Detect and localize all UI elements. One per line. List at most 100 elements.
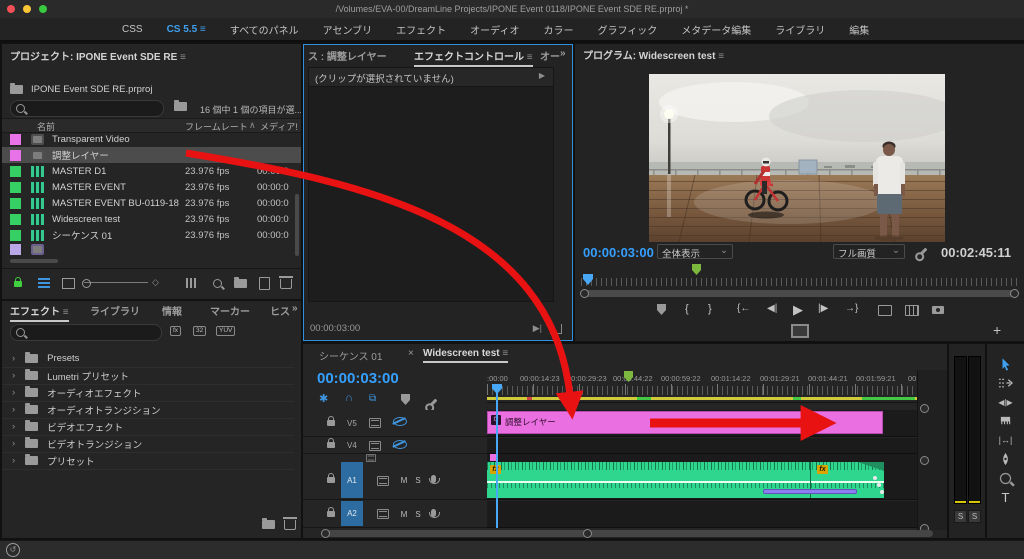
timeline-hscrollbar[interactable] (321, 529, 933, 538)
export-icon[interactable] (550, 324, 562, 334)
effects-folder-row[interactable]: › Presets (2, 350, 294, 368)
expand-chevron-icon[interactable]: › (12, 421, 15, 432)
vscroll-knob[interactable] (920, 456, 929, 465)
tab-history[interactable]: ヒス (270, 303, 290, 318)
track-target-a2[interactable]: A2 (341, 501, 363, 526)
ripple-edit-tool[interactable]: ◀|▶ (993, 393, 1019, 411)
expand-chevron-icon[interactable]: › (12, 370, 15, 381)
table-row[interactable]: MASTER EVENT BU-0119-18 23.976 fps 00:00… (2, 195, 301, 211)
hscroll-mid-knob[interactable] (583, 529, 592, 538)
tab-source-clip[interactable]: ス : 調整レイヤー (308, 48, 387, 63)
nest-indicator-icon[interactable]: ✱ (319, 392, 328, 405)
scrollbar-right-knob[interactable] (1010, 289, 1019, 298)
project-hscrollbar[interactable] (10, 259, 58, 263)
trash-icon[interactable] (279, 276, 293, 292)
workspace-tab-metadata[interactable]: メタデータ編集 (681, 22, 751, 37)
meter-solo-right-button[interactable]: S (968, 510, 981, 523)
track-header-v5[interactable]: V5 (303, 410, 487, 437)
quality-select[interactable]: フル画質 ⌄ (833, 244, 905, 260)
automate-to-sequence-icon[interactable] (186, 278, 198, 288)
goto-out-icon[interactable]: →} (845, 303, 858, 314)
meter-solo-left-button[interactable]: S (954, 510, 967, 523)
adjustment-layer-clip[interactable]: fx 調整レイヤー (487, 411, 883, 434)
table-row[interactable]: MASTER D1 23.976 fps 00:00:0 (2, 163, 301, 179)
track-lock-icon[interactable] (327, 473, 335, 486)
selection-tool[interactable] (993, 355, 1019, 373)
project-panel-tab[interactable]: プロジェクト: IPONE Event SDE RE ≡ (10, 48, 186, 63)
mute-button[interactable]: M (397, 476, 411, 485)
tab-audio-clip[interactable]: オー (540, 48, 560, 63)
workspace-tab-all-panels[interactable]: すべてのパネル (230, 22, 299, 37)
expand-chevron-icon[interactable]: › (12, 438, 15, 449)
lift-icon[interactable] (878, 305, 892, 316)
effects-folder-row[interactable]: › オーディオエフェクト (2, 384, 294, 402)
label-color-chip[interactable] (10, 229, 21, 241)
add-marker-icon[interactable] (657, 304, 666, 315)
extract-icon[interactable] (905, 305, 919, 316)
export-frame-icon[interactable] (932, 305, 944, 317)
sort-asc-icon[interactable]: ∧ (249, 120, 256, 131)
add-marker-icon[interactable] (401, 394, 410, 405)
source-patch-icon[interactable] (377, 475, 389, 486)
project-search-input[interactable] (10, 100, 164, 117)
timeline-ruler[interactable]: :00:00 00:00:14:23 00:00:29:23 00:00:44:… (487, 370, 923, 403)
tab-libraries[interactable]: ライブラリ (90, 303, 140, 318)
icon-view-icon[interactable] (62, 278, 75, 289)
volume-keyframe-dot[interactable] (877, 483, 881, 487)
step-forward-icon[interactable]: |▶ (818, 303, 828, 314)
workspace-tab-assembly[interactable]: アセンブリ (323, 22, 373, 37)
tab-markers[interactable]: マーカー (210, 303, 250, 318)
new-custom-bin-icon[interactable] (262, 518, 275, 532)
label-color-chip[interactable] (10, 181, 21, 193)
voiceover-mic-icon[interactable] (428, 475, 440, 486)
zoom-slider-knob[interactable] (82, 279, 91, 288)
workspace-tab-audio[interactable]: オーディオ (470, 22, 519, 37)
type-tool[interactable]: T (993, 488, 1019, 506)
scrollbar-left-knob[interactable] (580, 289, 589, 298)
effects-search-input[interactable] (10, 324, 162, 341)
project-bin-row[interactable]: IPONE Event SDE RE.prproj (10, 83, 152, 95)
tab-effect-controls[interactable]: エフェクトコントロール ≡ (414, 48, 533, 67)
workspace-tab-cs55[interactable]: CS 5.5 ≡ (167, 24, 206, 35)
audio-clip[interactable]: fx fx (487, 462, 884, 498)
toggle-track-output-icon[interactable] (393, 439, 407, 452)
effects-folder-row[interactable]: › Lumetri プリセット (2, 367, 294, 385)
mute-button[interactable]: M (397, 510, 411, 519)
voiceover-mic-icon[interactable] (428, 508, 440, 520)
hscroll-left-knob[interactable] (321, 529, 330, 538)
label-color-chip[interactable] (10, 149, 21, 161)
play-around-icon[interactable]: ▶| (533, 323, 542, 334)
table-row[interactable]: Widescreen test 23.976 fps 00:00:0 (2, 211, 301, 227)
step-back-icon[interactable]: ◀| (767, 303, 777, 314)
source-patch-icon[interactable] (369, 418, 381, 428)
program-panel-tab[interactable]: プログラム: Widescreen test ≡ (583, 47, 724, 62)
new-item-icon[interactable] (259, 277, 270, 290)
solo-button[interactable]: S (411, 476, 425, 485)
source-patch-icon[interactable] (377, 509, 389, 519)
settings-wrench-icon[interactable] (917, 246, 928, 258)
track-lock-icon[interactable] (327, 506, 335, 520)
track-lock-icon[interactable] (327, 415, 335, 429)
mark-in-icon[interactable]: { (685, 303, 689, 315)
play-icon[interactable]: ▶ (793, 302, 803, 318)
expand-chevron-icon[interactable]: › (12, 455, 15, 466)
audio-level-overlay-bar[interactable] (763, 489, 857, 494)
track-a1-body[interactable]: fx fx (487, 462, 917, 500)
track-lock-icon[interactable] (327, 438, 335, 451)
workspace-tab-libraries[interactable]: ライブラリ (775, 22, 825, 37)
snap-magnet-icon[interactable]: ∩ (345, 392, 353, 404)
label-color-chip[interactable] (10, 213, 21, 225)
zoom-slider[interactable] (84, 282, 148, 283)
source-patch-icon[interactable] (369, 440, 381, 451)
effects-folder-row[interactable]: › プリセット (2, 452, 294, 470)
table-row-selected[interactable]: 調整レイヤー (2, 147, 301, 163)
timeline-timecode[interactable]: 00:00:03:00 (317, 370, 399, 387)
accelerated-effects-badge-icon[interactable]: fx (170, 326, 182, 336)
workspace-tab-effects[interactable]: エフェクト (396, 22, 446, 37)
expand-chevron-icon[interactable]: › (12, 404, 15, 415)
table-row[interactable]: MASTER EVENT 23.976 fps 00:00:0 (2, 179, 301, 195)
linked-selection-icon[interactable]: ⧉ (369, 393, 376, 404)
track-target-a1[interactable]: A1 (341, 462, 363, 498)
workspace-tab-editing[interactable]: 編集 (849, 22, 869, 37)
label-color-chip[interactable] (10, 197, 21, 209)
